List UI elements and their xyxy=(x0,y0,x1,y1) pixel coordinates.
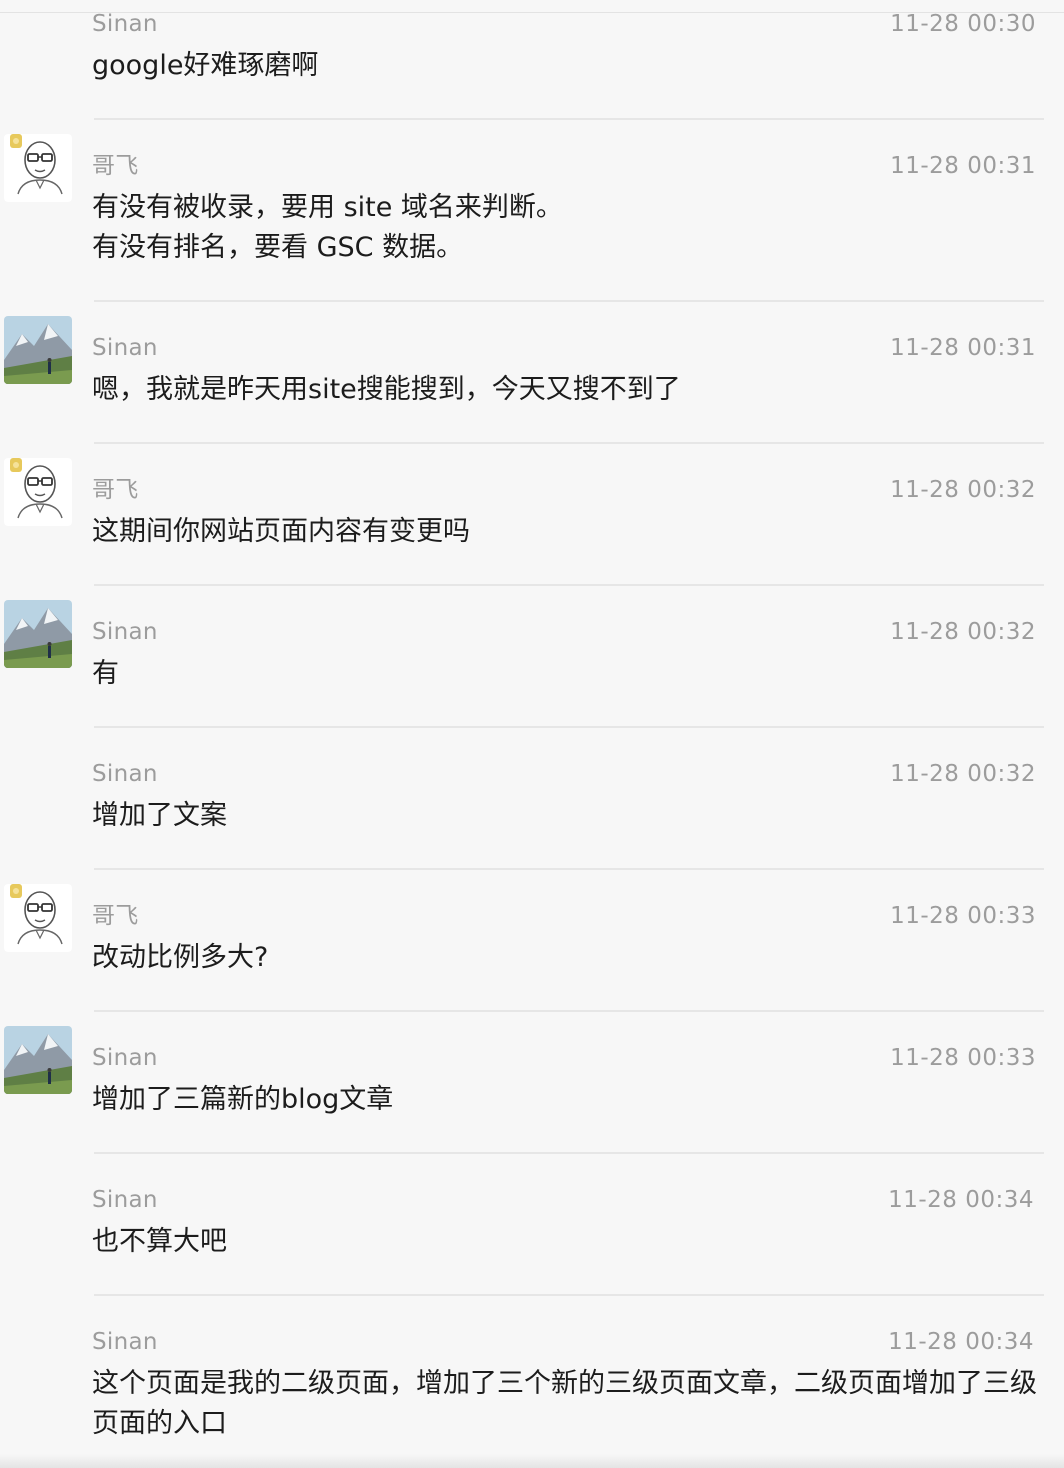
message-time: 11-28 00:32 xyxy=(890,619,1036,645)
message-divider xyxy=(94,300,1044,302)
message-sender: 哥飞 xyxy=(92,153,139,179)
scroll-edge-shadow xyxy=(0,1454,1064,1468)
message-item: Sinan 11-28 00:32 有 xyxy=(0,600,1064,728)
avatar[interactable] xyxy=(4,134,72,202)
message-divider xyxy=(94,118,1044,120)
message-sender: Sinan xyxy=(92,1329,158,1355)
message-item: 哥飞 11-28 00:32 这期间你网站页面内容有变更吗 xyxy=(0,458,1064,586)
avatar[interactable] xyxy=(4,316,72,384)
message-divider xyxy=(94,1152,1044,1154)
message-item: 哥飞 11-28 00:31 有没有被收录，要用 site 域名来判断。 有没有… xyxy=(0,134,1064,302)
mountain-photo-icon xyxy=(4,1026,72,1094)
message-item: Sinan 11-28 00:34 也不算大吧 xyxy=(0,1186,1064,1296)
message-sender: 哥飞 xyxy=(92,903,139,929)
message-text[interactable]: 增加了三篇新的blog文章 xyxy=(92,1080,1046,1120)
avatar[interactable] xyxy=(4,458,72,526)
cartoon-face-icon xyxy=(4,458,72,526)
message-divider xyxy=(94,1010,1044,1012)
message-text[interactable]: 也不算大吧 xyxy=(92,1222,1046,1262)
message-item: 哥飞 11-28 00:33 改动比例多大? xyxy=(0,884,1064,1012)
message-text[interactable]: 嗯，我就是昨天用site搜能搜到，今天又搜不到了 xyxy=(92,370,1046,410)
message-text[interactable]: google好难琢磨啊 xyxy=(92,46,1046,86)
message-time: 11-28 00:33 xyxy=(890,1045,1036,1071)
message-text[interactable]: 改动比例多大? xyxy=(92,938,1046,978)
message-divider xyxy=(94,584,1044,586)
cartoon-face-icon xyxy=(4,884,72,952)
message-time: 11-28 00:34 xyxy=(888,1329,1034,1355)
chat-history: Sinan 11-28 00:30 google好难琢磨啊 哥飞 11-28 0… xyxy=(0,0,1064,1468)
message-time: 11-28 00:34 xyxy=(888,1187,1034,1213)
message-text[interactable]: 增加了文案 xyxy=(92,796,1046,836)
mountain-photo-icon xyxy=(4,316,72,384)
message-sender: Sinan xyxy=(92,335,158,361)
message-time: 11-28 00:32 xyxy=(890,761,1036,787)
message-divider xyxy=(94,868,1044,870)
message-time: 11-28 00:32 xyxy=(890,477,1036,503)
message-sender: 哥飞 xyxy=(92,477,139,503)
avatar[interactable] xyxy=(4,884,72,952)
avatar[interactable] xyxy=(4,600,72,668)
message-text[interactable]: 有 xyxy=(92,654,1046,694)
message-sender: Sinan xyxy=(92,1187,158,1213)
avatar[interactable] xyxy=(4,1026,72,1094)
message-sender: Sinan xyxy=(92,761,158,787)
message-item: Sinan 11-28 00:31 嗯，我就是昨天用site搜能搜到，今天又搜不… xyxy=(0,316,1064,444)
mountain-photo-icon xyxy=(4,600,72,668)
message-item: Sinan 11-28 00:30 google好难琢磨啊 xyxy=(0,10,1064,120)
message-time: 11-28 00:31 xyxy=(890,335,1036,361)
message-sender: Sinan xyxy=(92,1045,158,1071)
message-sender: Sinan xyxy=(92,11,158,37)
message-text[interactable]: 这期间你网站页面内容有变更吗 xyxy=(92,512,1046,552)
message-time: 11-28 00:31 xyxy=(890,153,1036,179)
message-divider xyxy=(94,726,1044,728)
message-item: Sinan 11-28 00:34 这个页面是我的二级页面，增加了三个新的三级页… xyxy=(0,1328,1064,1468)
message-item: Sinan 11-28 00:32 增加了文案 xyxy=(0,760,1064,870)
message-time: 11-28 00:30 xyxy=(890,11,1036,37)
message-divider xyxy=(94,1294,1044,1296)
message-item: Sinan 11-28 00:33 增加了三篇新的blog文章 xyxy=(0,1026,1064,1154)
message-time: 11-28 00:33 xyxy=(890,903,1036,929)
message-sender: Sinan xyxy=(92,619,158,645)
message-text[interactable]: 这个页面是我的二级页面，增加了三个新的三级页面文章，二级页面增加了三级页面的入口 xyxy=(92,1364,1048,1444)
message-divider xyxy=(94,442,1044,444)
cartoon-face-icon xyxy=(4,134,72,202)
message-text[interactable]: 有没有被收录，要用 site 域名来判断。 有没有排名，要看 GSC 数据。 xyxy=(92,188,1046,268)
